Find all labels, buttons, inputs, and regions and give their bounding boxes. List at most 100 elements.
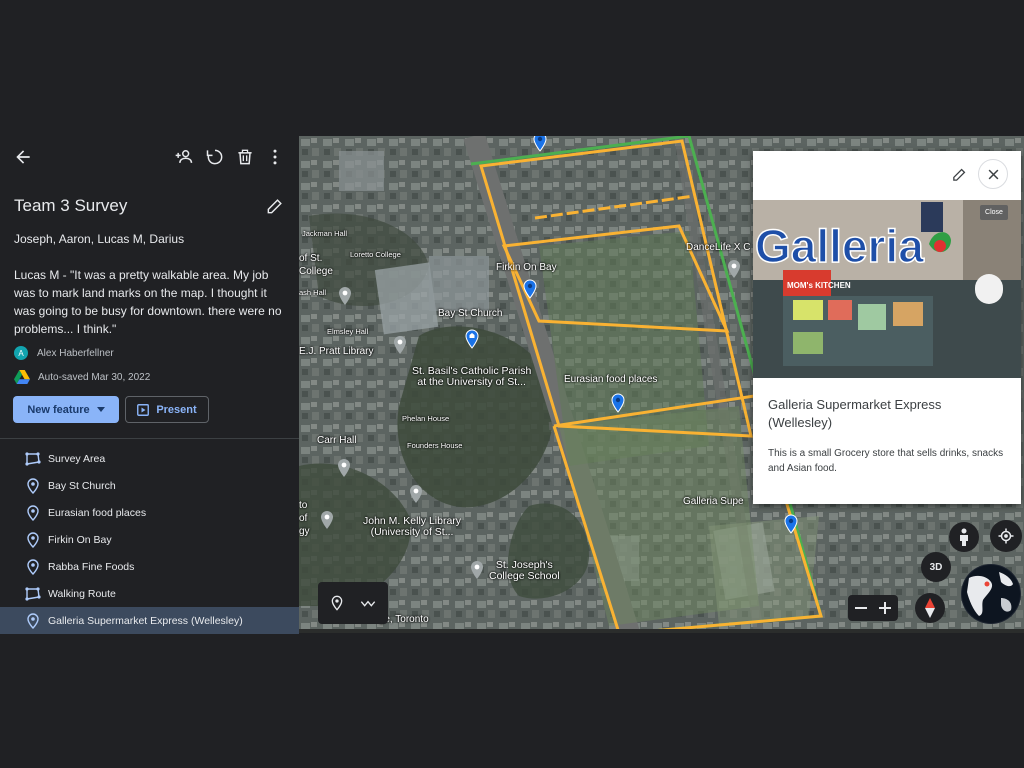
moms-kitchen-sign: MOM's KITCHEN (787, 281, 851, 290)
project-members: Joseph, Aaron, Lucas M, Darius (14, 232, 185, 246)
map-label-to: to (299, 500, 308, 511)
place-pin-icon[interactable] (611, 393, 625, 413)
back-arrow-icon[interactable] (11, 145, 35, 169)
church-pin-icon[interactable] (465, 329, 479, 349)
toggle-3d-button[interactable]: 3D (921, 552, 951, 582)
draw-line-icon[interactable] (359, 595, 377, 611)
map-label-phelan-house: Phelan House (402, 414, 450, 423)
zoom-in-icon[interactable] (878, 601, 892, 615)
app-window: Team 3 Survey Joseph, Aaron, Lucas M, Da… (0, 136, 1024, 634)
compass-icon[interactable] (915, 593, 945, 623)
map-label-gy: gy (299, 526, 310, 537)
map-label-st-basils-line2: at the University of St... (417, 376, 526, 388)
edit-pencil-icon[interactable] (947, 162, 971, 186)
author-row: A Alex Haberfellner (14, 345, 114, 361)
poi-marker-icon[interactable] (337, 458, 351, 478)
place-pin-icon[interactable] (533, 136, 547, 152)
map-label-of-st: of St. (299, 253, 323, 264)
close-icon (988, 169, 998, 179)
map-label-loretto-college: Loretto College (350, 250, 401, 259)
avatar: A (14, 346, 28, 360)
map-label-st-basils: St. Basil's Catholic Parish at the Unive… (412, 366, 531, 388)
feature-item-eurasian-food[interactable]: Eurasian food places (0, 499, 299, 526)
feature-item-label: Walking Route (48, 587, 116, 600)
poi-marker-icon[interactable] (727, 259, 741, 279)
poi-marker-icon[interactable] (393, 335, 407, 355)
map-label-firkin-on-bay: Firkin On Bay (496, 262, 557, 273)
project-title: Team 3 Survey (14, 196, 128, 215)
feature-item-walking-route[interactable]: Walking Route (0, 580, 299, 607)
feature-item-bay-st-church[interactable]: Bay St Church (0, 472, 299, 499)
new-feature-label: New feature (27, 403, 90, 416)
edit-pencil-icon[interactable] (263, 194, 287, 218)
map-label-college: College (299, 266, 333, 277)
autosave-row: Auto-saved Mar 30, 2022 (14, 369, 150, 385)
feature-info-card: Galleria MOM's KITCHEN Galleria Supermar… (753, 151, 1021, 504)
feature-item-firkin-on-bay[interactable]: Firkin On Bay (0, 526, 299, 553)
new-feature-button[interactable]: New feature (13, 396, 119, 423)
feature-item-survey-area[interactable]: Survey Area (0, 445, 299, 472)
place-pin-icon (24, 558, 42, 576)
map-label-john-kelly-library: John M. Kelly Library (University of St.… (363, 516, 461, 538)
map-label-st-josephs: St. Joseph's College School (489, 560, 560, 582)
place-pin-icon (24, 612, 42, 630)
place-photo[interactable]: Galleria MOM's KITCHEN (753, 200, 1021, 378)
feature-item-label: Bay St Church (48, 479, 116, 492)
feature-item-label: Firkin On Bay (48, 533, 112, 546)
map-label-eurasian-food: Eurasian food places (564, 374, 658, 385)
feature-item-label: Survey Area (48, 452, 106, 465)
feature-item-label: Rabba Fine Foods (48, 560, 135, 573)
project-description: Lucas M - "It was a pretty walkable area… (14, 268, 282, 336)
place-pin-icon (24, 504, 42, 522)
present-slides-icon (137, 403, 150, 416)
add-placemark-icon[interactable] (329, 595, 345, 611)
map-label-st-josephs-line2: College School (489, 570, 560, 582)
drawing-toolbar (318, 582, 388, 624)
map-label-elmsley-hall: Elmsley Hall (327, 327, 369, 336)
globe-overview-icon[interactable] (961, 564, 1021, 624)
feature-item-label: Eurasian food places (48, 506, 147, 519)
close-button[interactable] (978, 159, 1008, 189)
feature-item-label: Galleria Supermarket Express (Wellesley) (48, 614, 243, 627)
map-label-dancelife: DanceLife X C (686, 242, 751, 253)
galleria-sign-text: Galleria (755, 220, 924, 272)
feature-description: This is a small Grocery store that sells… (768, 448, 1004, 474)
storefront-image: Galleria MOM's KITCHEN (753, 200, 1021, 378)
map-label-bay-st-church: Bay St Church (438, 308, 503, 319)
share-add-person-icon[interactable] (172, 145, 196, 169)
place-pin-icon (24, 477, 42, 495)
place-pin-icon[interactable] (784, 514, 798, 534)
feature-item-galleria[interactable]: Galleria Supermarket Express (Wellesley) (0, 607, 299, 634)
feature-item-rabba-fine-foods[interactable]: Rabba Fine Foods (0, 553, 299, 580)
autosave-status: Auto-saved Mar 30, 2022 (38, 371, 151, 383)
map-label-ash-hall: ash Hall (299, 288, 327, 297)
polygon-icon (24, 585, 42, 603)
street-view-pegman-icon[interactable] (949, 522, 979, 552)
poi-marker-icon[interactable] (470, 560, 484, 580)
poi-marker-icon[interactable] (338, 286, 352, 306)
map-label-founders-house: Founders House (407, 441, 463, 450)
history-icon[interactable] (203, 145, 227, 169)
feature-title: Galleria Supermarket Express (Wellesley) (768, 397, 942, 430)
place-pin-icon (24, 531, 42, 549)
zoom-out-icon[interactable] (854, 601, 868, 615)
present-button[interactable]: Present (125, 396, 209, 423)
polygon-icon (24, 450, 42, 468)
map-label-ej-pratt-library: E.J. Pratt Library (299, 346, 374, 357)
google-drive-icon (14, 370, 30, 384)
zoom-controls (848, 595, 898, 621)
divider (0, 438, 299, 439)
trash-icon[interactable] (233, 145, 257, 169)
more-vert-icon[interactable] (263, 145, 287, 169)
map-label-of: of (299, 513, 308, 524)
poi-marker-icon[interactable] (320, 510, 334, 530)
map-label-jackman-hall: Jackman Hall (302, 229, 348, 238)
map-label-carr-hall: Carr Hall (317, 435, 357, 446)
map-label-kelly-line2: (University of St... (370, 526, 454, 538)
poi-marker-icon[interactable] (409, 484, 423, 504)
project-sidebar: Team 3 Survey Joseph, Aaron, Lucas M, Da… (0, 136, 299, 634)
dropdown-caret-icon (96, 407, 105, 412)
my-location-icon[interactable] (990, 520, 1022, 552)
place-pin-icon[interactable] (523, 279, 537, 299)
map-label-galleria: Galleria Supe (683, 496, 744, 507)
